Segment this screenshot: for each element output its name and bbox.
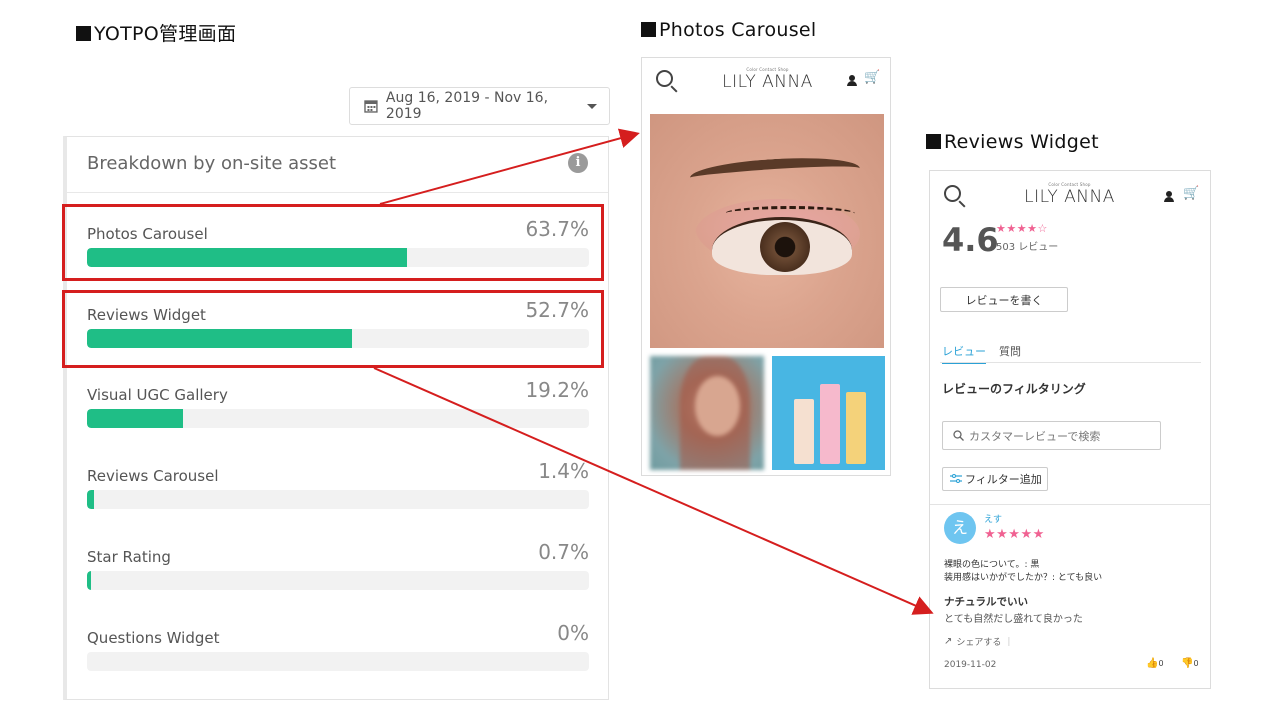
panel-header: Breakdown by on-site asset i [67,137,608,193]
search-icon [953,430,964,441]
filter-heading: レビューのフィルタリング [942,382,1086,396]
thumbs-up-count: 0 [1158,659,1164,668]
product-thumbnail[interactable] [772,356,885,470]
review-divider [930,504,1210,505]
metric-label: Star Rating [87,548,171,566]
progress-track [87,490,589,509]
write-review-button[interactable]: レビューを書く [940,287,1068,312]
eye-closeup-photo[interactable] [650,114,884,348]
metric-label: Visual UGC Gallery [87,386,228,404]
metric-label: Reviews Carousel [87,467,219,485]
metric-value: 0% [557,621,589,645]
panel-title: Breakdown by on-site asset [87,153,337,174]
iris-shape [760,222,810,272]
brand-logo: Color Contact Shop LILY ANNA [720,67,815,92]
lashes-shape [725,206,855,221]
share-label: シェアする [956,638,1002,648]
review-attribute: 裸眼の色について。: 黒 [944,560,1040,570]
review-author[interactable]: えす [984,512,1002,525]
metric-value: 0.7% [538,540,589,564]
product-tube [820,384,840,464]
model-thumbnail[interactable] [650,356,764,470]
progress-fill [87,409,184,428]
metric-label: Questions Widget [87,629,220,647]
thumbs-down-icon: 👎 [1181,658,1194,669]
progress-track [87,652,589,671]
share-icon: ↗ [944,636,953,647]
search-placeholder: カスタマーレビューで検索 [969,429,1101,443]
review-attribute: 装用感はいかがでしたか？: とても良い [944,573,1103,583]
avatar: え [944,512,976,544]
carousel-section-label: Photos Carousel [641,19,816,41]
tab-divider [940,362,1201,363]
yotpo-label-text: YOTPO管理画面 [94,23,237,45]
search-icon[interactable] [944,185,961,202]
brand-name: LILY ANNA [1024,187,1115,207]
reviews-label-text: Reviews Widget [944,131,1099,153]
carousel-phone-mockup: Color Contact Shop LILY ANNA 🛒 [641,57,891,476]
metric-row: Questions Widget 0% [67,615,608,685]
metric-row: Reviews Carousel 1.4% [67,453,608,523]
brand-name: LILY ANNA [722,72,813,92]
chevron-down-icon [587,103,597,109]
thumbs-down-count: 0 [1193,659,1199,668]
tab-reviews[interactable]: レビュー [942,343,986,364]
tab-questions[interactable]: 質問 [999,343,1021,359]
info-icon[interactable]: i [568,153,588,173]
review-stars: ★★★★★ [984,527,1045,542]
review-title: ナチュラルでいい [944,596,1028,608]
product-tube [794,399,814,464]
metric-value: 1.4% [538,459,589,483]
highlight-box-reviews-widget [62,290,604,368]
thumbs-down-button[interactable]: 👎0 [1181,658,1199,669]
metric-row: Star Rating 0.7% [67,534,608,604]
average-rating: 4.6 [942,221,999,259]
highlight-box-photos-carousel [62,204,604,281]
metric-row: Visual UGC Gallery 19.2% [67,372,608,442]
progress-fill [87,490,95,509]
metric-value: 19.2% [525,378,589,402]
cart-icon[interactable]: 🛒 [864,70,880,85]
calendar-icon [364,100,378,113]
progress-track [87,571,589,590]
thumbs-up-button[interactable]: 👍0 [1146,658,1164,669]
date-range-picker[interactable]: Aug 16, 2019 - Nov 16, 2019 [349,87,610,125]
user-icon[interactable] [847,75,857,86]
brand-logo: Color Contact Shop LILY ANNA [1022,182,1117,207]
yotpo-section-label: YOTPO管理画面 [76,19,236,46]
progress-fill [87,571,91,590]
carousel-label-text: Photos Carousel [659,19,817,41]
cart-icon[interactable]: 🛒 [1183,186,1199,201]
rating-stars: ★★★★☆ [996,222,1048,235]
progress-track [87,409,589,428]
review-body: とても自然だし盛れて良かった [944,614,1083,625]
reviews-phone-mockup: Color Contact Shop LILY ANNA 🛒 4.6 ★★★★☆… [929,170,1211,689]
share-link[interactable]: ↗ シェアする | [944,635,1010,648]
filter-icon [950,474,962,483]
review-date: 2019-11-02 [944,660,997,670]
add-filter-label: フィルター追加 [965,473,1042,486]
add-filter-button[interactable]: フィルター追加 [942,467,1048,491]
review-search-input[interactable]: カスタマーレビューで検索 [942,421,1161,450]
date-range-text: Aug 16, 2019 - Nov 16, 2019 [385,90,549,122]
user-icon[interactable] [1164,191,1174,202]
eyebrow-shape [689,153,861,193]
review-count: 503 レビュー [996,242,1059,253]
reviews-section-label: Reviews Widget [926,131,1099,153]
search-icon[interactable] [656,70,673,87]
product-tube [846,392,866,464]
thumbs-up-icon: 👍 [1146,658,1159,669]
eye-shape [712,217,852,275]
